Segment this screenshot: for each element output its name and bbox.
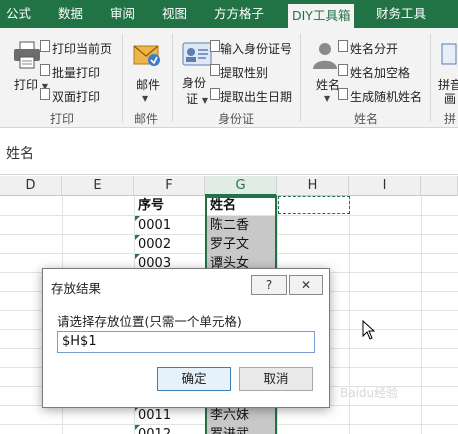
- ribbon-separator: [300, 34, 301, 122]
- duplex-print-icon: [40, 88, 50, 103]
- chevron-down-icon: ▼: [324, 94, 331, 103]
- extract-gender-button[interactable]: 提取性别: [220, 64, 268, 81]
- table-cell-index[interactable]: 0002: [135, 235, 204, 254]
- grid-line: [421, 196, 422, 434]
- group-label-print: 打印: [50, 112, 75, 126]
- mouse-pointer-icon: [362, 319, 376, 343]
- chevron-down-icon: ▼: [142, 94, 149, 103]
- name-box[interactable]: 姓名: [6, 143, 34, 163]
- error-indicator-icon: [135, 216, 140, 221]
- target-cell-marquee: [278, 196, 350, 214]
- name-space-icon: [338, 64, 348, 79]
- split-name-icon: [338, 40, 348, 55]
- help-button[interactable]: ?: [251, 275, 287, 295]
- location-input[interactable]: $H$1: [57, 331, 315, 353]
- column-header-f[interactable]: F: [134, 176, 205, 196]
- pinyin-button-line2: 画: [444, 92, 457, 106]
- group-label-pinyin: 拼: [444, 112, 457, 126]
- ribbon-separator: [172, 34, 173, 122]
- error-indicator-icon: [135, 254, 140, 259]
- dialog-prompt: 请选择存放位置(只需一个单元格): [57, 314, 242, 329]
- close-icon: ✕: [300, 278, 312, 292]
- watermark-text: Baidu经验: [340, 386, 399, 400]
- cell-text: 0002: [138, 237, 172, 252]
- batch-print-button[interactable]: 批量打印: [52, 64, 100, 81]
- id-card-button-label-2: 证: [186, 92, 199, 106]
- id-card-button[interactable]: 身份: [182, 74, 206, 91]
- cancel-button[interactable]: 取消: [239, 367, 313, 391]
- id-input-icon: [210, 40, 220, 55]
- save-result-dialog: 存放结果 ? ✕ 请选择存放位置(只需一个单元格) $H$1 确定 取消: [42, 268, 330, 408]
- chevron-down-icon: ▼: [201, 96, 208, 105]
- tab-formulas[interactable]: 公式: [6, 0, 31, 28]
- cell-text: 0001: [138, 218, 172, 233]
- cell-text: 0012: [138, 427, 171, 434]
- name-box-row: 姓名: [0, 129, 458, 175]
- duplex-print-button[interactable]: 双面打印: [52, 88, 100, 105]
- table-cell-index[interactable]: 0012: [135, 425, 204, 434]
- id-card-button-label: 身份: [182, 76, 207, 90]
- ribbon-separator: [122, 34, 123, 122]
- random-name-button[interactable]: 生成随机姓名: [350, 88, 422, 105]
- tab-review[interactable]: 审阅: [110, 0, 135, 28]
- batch-print-icon: [40, 64, 50, 79]
- cell-text: 0011: [138, 408, 172, 423]
- close-button[interactable]: ✕: [289, 275, 323, 295]
- split-name-button[interactable]: 姓名分开: [350, 40, 398, 57]
- column-header-j[interactable]: [421, 176, 458, 196]
- ribbon: 打印 ▼ 打印当前页 批量打印 双面打印 打印 邮件 ▼ 邮件 身份 证 ▼ 输…: [0, 28, 458, 128]
- random-name-icon: [338, 88, 348, 103]
- mail-button[interactable]: 邮件: [136, 76, 160, 93]
- table-cell-index[interactable]: 0001: [135, 216, 204, 235]
- tab-fangfang[interactable]: 方方格子: [214, 0, 264, 28]
- ok-button[interactable]: 确定: [157, 367, 231, 391]
- table-cell-index[interactable]: 0011: [135, 406, 204, 425]
- tab-view[interactable]: 视图: [162, 0, 187, 28]
- print-button-label: 打印: [14, 78, 39, 92]
- tab-data[interactable]: 数据: [58, 0, 83, 28]
- column-header-e[interactable]: E: [62, 176, 134, 196]
- birthdate-icon: [210, 88, 220, 103]
- extract-birthdate-button[interactable]: 提取出生日期: [220, 88, 292, 105]
- name-add-space-button[interactable]: 姓名加空格: [350, 64, 410, 81]
- id-card-button-line2: 证 ▼: [186, 90, 208, 107]
- error-indicator-icon: [135, 235, 140, 240]
- tab-finance-tools[interactable]: 财务工具: [376, 0, 426, 28]
- printer-icon[interactable]: [12, 40, 42, 73]
- pinyin-icon[interactable]: [440, 40, 458, 71]
- name-button[interactable]: 姓名: [316, 76, 340, 93]
- print-page-icon: [40, 40, 50, 55]
- dialog-title: 存放结果: [51, 281, 102, 296]
- mail-icon[interactable]: [132, 40, 162, 73]
- table-header-cell-index[interactable]: 序号: [135, 196, 204, 215]
- enter-id-number-button[interactable]: 输入身份证号: [220, 40, 292, 57]
- group-label-name: 姓名: [354, 112, 379, 126]
- column-header-h[interactable]: H: [277, 176, 349, 196]
- id-card-icon[interactable]: [182, 40, 212, 71]
- dialog-titlebar[interactable]: 存放结果 ? ✕: [43, 269, 329, 301]
- group-label-mail: 邮件: [134, 112, 159, 126]
- print-current-page-button[interactable]: 打印当前页: [52, 40, 112, 57]
- column-header-d[interactable]: D: [0, 176, 62, 196]
- ribbon-separator: [430, 34, 431, 122]
- person-icon[interactable]: [310, 40, 340, 73]
- gender-icon: [210, 64, 220, 79]
- group-label-id-card: 身份证: [218, 112, 255, 126]
- ribbon-tab-bar: 公式 数据 审阅 视图 方方格子 DIY工具箱 财务工具: [0, 0, 458, 28]
- tab-diy-toolbox[interactable]: DIY工具箱: [288, 4, 355, 28]
- column-header-i[interactable]: I: [349, 176, 421, 196]
- error-indicator-icon: [135, 425, 140, 430]
- column-header-g[interactable]: G: [205, 176, 277, 196]
